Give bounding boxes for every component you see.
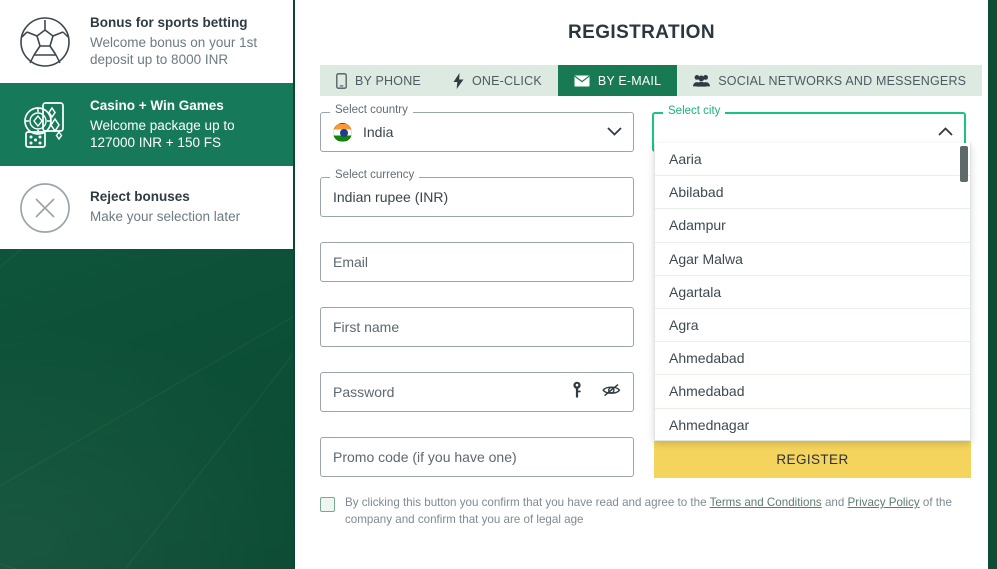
casino-chips-cards-icon bbox=[14, 99, 76, 151]
form-area: Select country India Select currency Ind… bbox=[295, 96, 988, 526]
city-dropdown-list[interactable]: Aaria Abilabad Adampur Agar Malwa Agarta… bbox=[654, 143, 971, 441]
bonus-card-subtitle: Welcome bonus on your 1st deposit up to … bbox=[90, 34, 258, 67]
agreement-text-mid: and bbox=[821, 496, 848, 509]
bonus-card-sports[interactable]: Bonus for sports betting Welcome bonus o… bbox=[0, 0, 293, 83]
form-column-left: Select country India Select currency Ind… bbox=[320, 104, 634, 502]
currency-value: Indian rupee (INR) bbox=[333, 189, 449, 205]
country-legend: Select country bbox=[330, 104, 413, 117]
right-edge-strip bbox=[988, 0, 997, 569]
promo-code-placeholder: Promo code (if you have one) bbox=[333, 449, 517, 465]
terms-and-conditions-link[interactable]: Terms and Conditions bbox=[710, 496, 822, 509]
bonus-card-list: Bonus for sports betting Welcome bonus o… bbox=[0, 0, 293, 249]
bonus-card-reject[interactable]: Reject bonuses Make your selection later bbox=[0, 166, 293, 249]
email-placeholder: Email bbox=[333, 254, 369, 270]
password-placeholder: Password bbox=[333, 384, 395, 400]
country-value: India bbox=[363, 124, 394, 140]
list-item[interactable]: Agra bbox=[655, 308, 970, 343]
list-item[interactable]: Adampur bbox=[655, 209, 970, 243]
tab-one-click[interactable]: ONE-CLICK bbox=[436, 65, 558, 96]
bonus-card-title: Reject bonuses bbox=[90, 189, 190, 205]
agreement-checkbox[interactable] bbox=[320, 497, 335, 512]
list-item[interactable]: Abilabad bbox=[655, 176, 970, 210]
password-field-icons bbox=[572, 381, 621, 403]
key-icon[interactable] bbox=[572, 381, 582, 403]
registration-screen: Bonus for sports betting Welcome bonus o… bbox=[0, 0, 997, 569]
chevron-down-icon bbox=[607, 123, 622, 141]
email-field[interactable]: Email bbox=[320, 242, 634, 282]
eye-off-icon[interactable] bbox=[602, 383, 621, 402]
city-legend: Select city bbox=[663, 105, 726, 118]
password-field[interactable]: Password bbox=[320, 372, 634, 412]
list-item[interactable]: Agartala bbox=[655, 275, 970, 309]
bonus-card-subtitle: Make your selection later bbox=[90, 209, 241, 225]
tab-by-phone[interactable]: BY PHONE bbox=[320, 65, 437, 96]
tab-label: SOCIAL NETWORKS AND MESSENGERS bbox=[718, 73, 967, 88]
agreement-text-before: By clicking this button you confirm that… bbox=[345, 496, 710, 509]
circle-x-icon bbox=[14, 182, 76, 234]
list-item[interactable]: Aaria bbox=[655, 143, 970, 177]
lightning-bolt-icon bbox=[453, 72, 464, 89]
soccer-ball-icon bbox=[14, 16, 76, 68]
chevron-up-icon[interactable] bbox=[938, 123, 953, 141]
currency-legend: Select currency bbox=[330, 169, 420, 182]
currency-select[interactable]: Select currency Indian rupee (INR) bbox=[320, 169, 634, 217]
dropdown-scrollbar[interactable] bbox=[960, 146, 968, 438]
bonus-card-title: Casino + Win Games bbox=[90, 97, 224, 113]
country-select[interactable]: Select country India bbox=[320, 104, 634, 152]
tab-label: BY E-MAIL bbox=[597, 73, 662, 88]
agreement-row: By clicking this button you confirm that… bbox=[320, 495, 968, 529]
page-title: REGISTRATION bbox=[568, 22, 715, 43]
bonus-card-title: Bonus for sports betting bbox=[90, 14, 248, 30]
list-item[interactable]: Ahmednagar bbox=[655, 408, 970, 440]
privacy-policy-link[interactable]: Privacy Policy bbox=[848, 496, 920, 509]
first-name-placeholder: First name bbox=[333, 319, 400, 335]
bonus-card-casino[interactable]: Casino + Win Games Welcome package up to… bbox=[0, 83, 293, 166]
agreement-text: By clicking this button you confirm that… bbox=[345, 495, 968, 529]
city-option-list: Aaria Abilabad Adampur Agar Malwa Agarta… bbox=[655, 143, 970, 440]
bonus-panel: Bonus for sports betting Welcome bonus o… bbox=[0, 0, 295, 569]
tab-social-networks[interactable]: SOCIAL NETWORKS AND MESSENGERS bbox=[677, 65, 983, 96]
promo-code-field[interactable]: Promo code (if you have one) bbox=[320, 437, 634, 477]
tab-by-email[interactable]: BY E-MAIL bbox=[557, 65, 678, 96]
registration-form-panel: REGISTRATION BY PHONE ONE-CLICK BY E-MAI… bbox=[295, 0, 988, 569]
first-name-field[interactable]: First name bbox=[320, 307, 634, 347]
tab-label: ONE-CLICK bbox=[471, 73, 542, 88]
registration-method-tabs: BY PHONE ONE-CLICK BY E-MAIL SOCIAL NETW… bbox=[320, 65, 983, 96]
people-group-icon bbox=[693, 74, 711, 87]
register-button[interactable]: REGISTER bbox=[654, 440, 971, 478]
tab-label: BY PHONE bbox=[355, 73, 421, 88]
list-item[interactable]: Agar Malwa bbox=[655, 242, 970, 276]
dropdown-scrollbar-thumb[interactable] bbox=[960, 146, 968, 182]
list-item[interactable]: Ahmedabad bbox=[655, 375, 970, 409]
india-flag-icon bbox=[333, 122, 352, 142]
phone-icon bbox=[336, 72, 347, 89]
bonus-card-subtitle: Welcome package up to 127000 INR + 150 F… bbox=[90, 117, 235, 150]
list-item[interactable]: Ahmedabad bbox=[655, 342, 970, 376]
envelope-icon bbox=[574, 75, 590, 87]
